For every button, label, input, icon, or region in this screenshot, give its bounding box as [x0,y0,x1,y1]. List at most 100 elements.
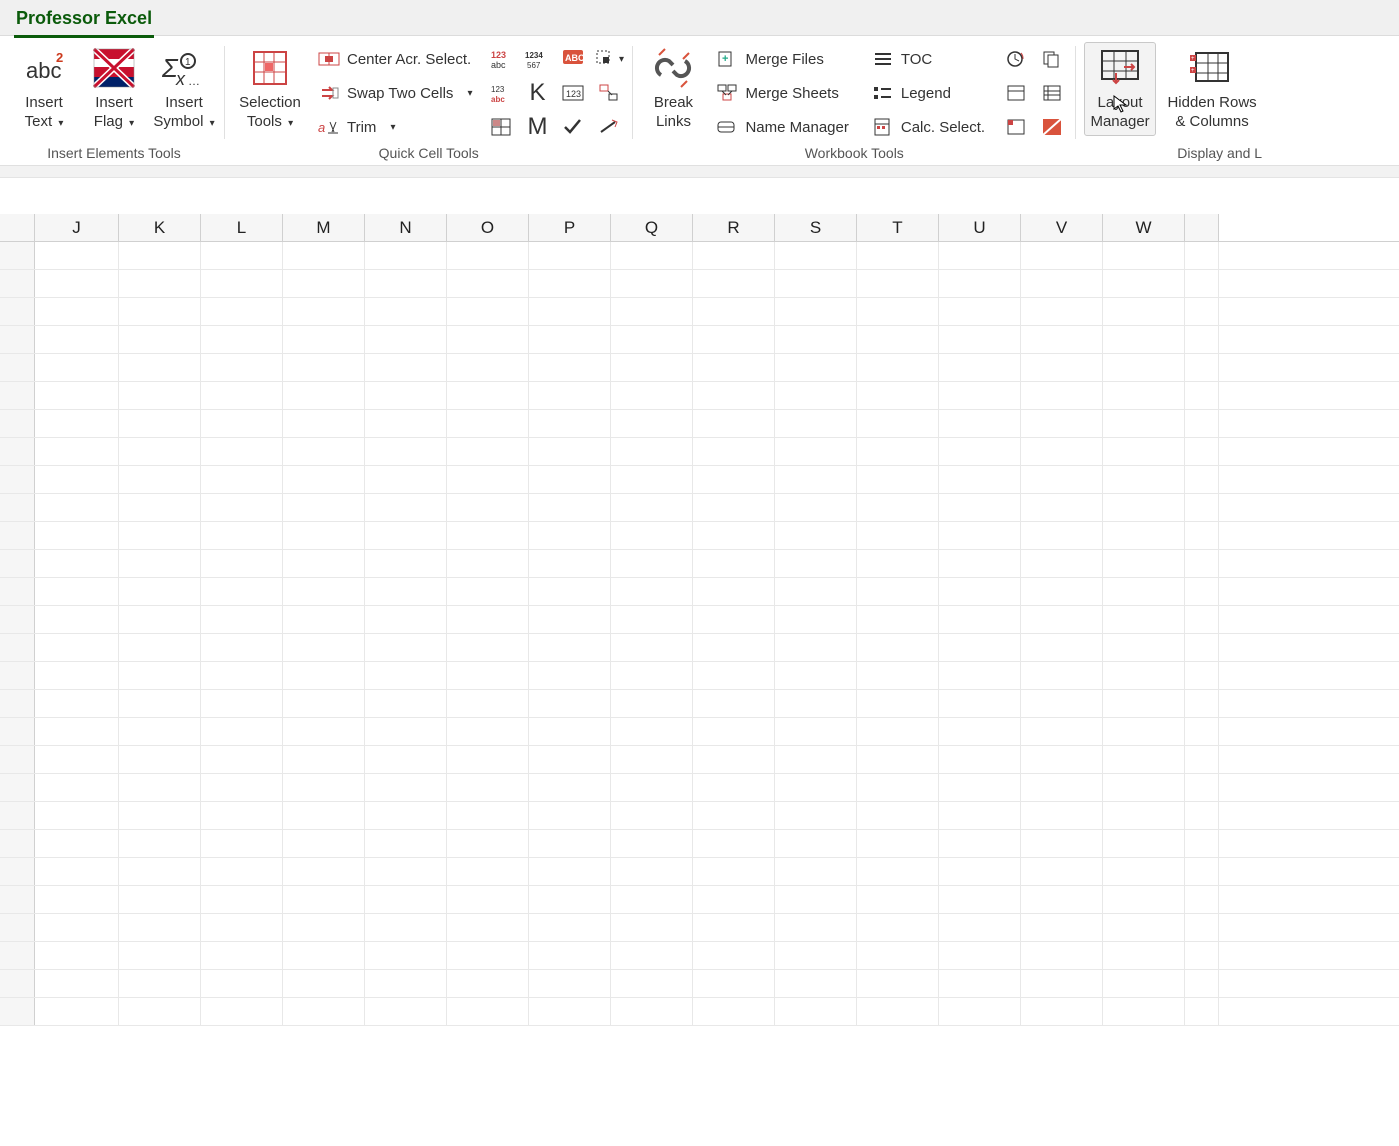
cell[interactable] [447,942,529,969]
cell[interactable] [775,410,857,437]
cell[interactable] [35,662,119,689]
spreadsheet-grid[interactable]: JKLMNOPQRSTUVW [0,214,1399,1026]
cell[interactable] [1103,774,1185,801]
cell[interactable] [611,886,693,913]
cell[interactable] [1185,998,1219,1025]
cell[interactable] [857,578,939,605]
cell[interactable] [365,466,447,493]
cell[interactable] [857,662,939,689]
cell[interactable] [1021,606,1103,633]
cell[interactable] [529,606,611,633]
cell[interactable] [1021,242,1103,269]
row-header[interactable] [0,942,35,969]
cell[interactable] [857,802,939,829]
cell[interactable] [365,858,447,885]
cell[interactable] [693,830,775,857]
cell[interactable] [447,774,529,801]
row-header[interactable] [0,718,35,745]
cell[interactable] [1103,662,1185,689]
cell[interactable] [365,746,447,773]
cell[interactable] [775,494,857,521]
cell[interactable] [775,746,857,773]
cell[interactable] [611,410,693,437]
cell[interactable] [201,410,283,437]
cell[interactable] [1185,718,1219,745]
cell[interactable] [611,326,693,353]
row-header[interactable] [0,298,35,325]
cell[interactable] [693,438,775,465]
cell[interactable] [1103,886,1185,913]
cell[interactable] [1185,914,1219,941]
cell[interactable] [365,410,447,437]
cell[interactable] [119,998,201,1025]
cell[interactable] [119,914,201,941]
cell[interactable] [35,578,119,605]
cell[interactable] [775,354,857,381]
cell[interactable] [35,466,119,493]
column-header-M[interactable]: M [283,214,365,241]
row-header[interactable] [0,438,35,465]
cell[interactable] [1185,354,1219,381]
cell[interactable] [1185,970,1219,997]
cell[interactable] [1103,410,1185,437]
cell[interactable] [201,942,283,969]
cell[interactable] [119,466,201,493]
cell[interactable] [693,774,775,801]
cell[interactable] [35,242,119,269]
column-header-W[interactable]: W [1103,214,1185,241]
cell[interactable] [365,886,447,913]
abc-badge-icon[interactable]: ABC [558,44,588,74]
cell[interactable] [365,578,447,605]
cell[interactable] [201,326,283,353]
cell[interactable] [447,802,529,829]
cell[interactable] [611,774,693,801]
cell[interactable] [529,410,611,437]
cell[interactable] [529,270,611,297]
row-header[interactable] [0,270,35,297]
cell[interactable] [119,354,201,381]
cell[interactable] [1185,858,1219,885]
cell[interactable] [693,662,775,689]
cell[interactable] [529,494,611,521]
cell[interactable] [1021,354,1103,381]
cell[interactable] [775,326,857,353]
cell[interactable] [693,914,775,941]
cell[interactable] [1021,830,1103,857]
cell[interactable] [939,690,1021,717]
calc-select-button[interactable]: Calc. Select. [867,112,989,142]
row-header[interactable] [0,466,35,493]
column-header-U[interactable]: U [939,214,1021,241]
cell[interactable] [529,914,611,941]
cell[interactable] [283,438,365,465]
cell[interactable] [201,550,283,577]
cell[interactable] [775,522,857,549]
cell[interactable] [447,438,529,465]
cell[interactable] [611,550,693,577]
cell[interactable] [283,914,365,941]
cell[interactable] [119,886,201,913]
cell[interactable] [201,298,283,325]
cell[interactable] [939,382,1021,409]
cell[interactable] [201,634,283,661]
cell[interactable] [1103,942,1185,969]
cell[interactable] [939,298,1021,325]
cell[interactable] [529,718,611,745]
cell[interactable] [283,466,365,493]
cell[interactable] [857,466,939,493]
cell[interactable] [35,382,119,409]
cell[interactable] [365,634,447,661]
cell[interactable] [201,718,283,745]
cell[interactable] [611,298,693,325]
cell[interactable] [119,746,201,773]
cell[interactable] [775,970,857,997]
center-across-selection-button[interactable]: Center Acr. Select. [313,44,476,74]
cell[interactable] [529,522,611,549]
cell[interactable] [939,550,1021,577]
sheet-outline-icon[interactable] [1001,78,1031,108]
cell[interactable] [1185,578,1219,605]
cell[interactable] [35,970,119,997]
cell[interactable] [1185,634,1219,661]
cell[interactable] [119,606,201,633]
cell[interactable] [1021,298,1103,325]
cell[interactable] [447,886,529,913]
